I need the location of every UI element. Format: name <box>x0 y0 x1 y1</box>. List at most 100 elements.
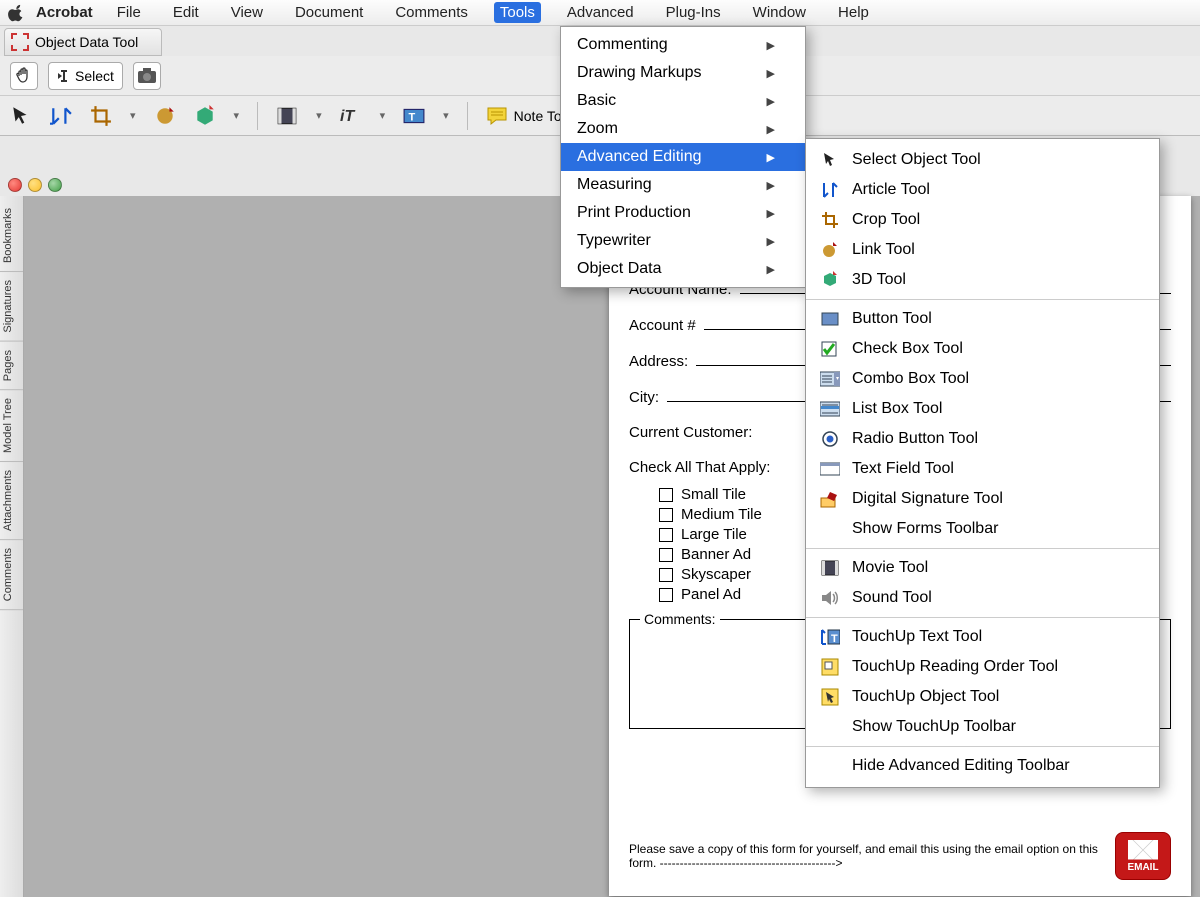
sidebar-tab-model-tree[interactable]: Model Tree <box>0 390 23 462</box>
option-skyscraper: Skyscaper <box>681 566 751 583</box>
checkbox-panel-ad[interactable] <box>659 588 673 602</box>
apple-icon[interactable] <box>8 4 26 22</box>
tools-drawing-markups[interactable]: Drawing Markups▶ <box>561 59 805 87</box>
sidebar-tab-bookmarks[interactable]: Bookmarks <box>0 200 23 272</box>
submenu-button-tool[interactable]: Button Tool <box>806 304 1159 334</box>
tools-zoom[interactable]: Zoom▶ <box>561 115 805 143</box>
submenu-touchup-reading-order-tool[interactable]: TouchUp Reading Order Tool <box>806 652 1159 682</box>
tools-measuring[interactable]: Measuring▶ <box>561 171 805 199</box>
svg-text:iT: iT <box>340 108 355 125</box>
submenu-list-box-tool[interactable]: List Box Tool <box>806 394 1159 424</box>
svg-text:T: T <box>409 111 416 123</box>
submenu-select-object-tool[interactable]: Select Object Tool <box>806 145 1159 175</box>
form-field-icon[interactable]: T <box>403 105 425 127</box>
pointer-icon <box>820 150 840 170</box>
menu-edit[interactable]: Edit <box>167 2 205 23</box>
close-button[interactable] <box>8 178 22 192</box>
submenu-label: 3D Tool <box>852 271 906 289</box>
sidebar-tab-attachments[interactable]: Attachments <box>0 462 23 540</box>
submenu-show-touchup-toolbar[interactable]: Show TouchUp Toolbar <box>806 712 1159 742</box>
submenu-divider <box>806 617 1159 618</box>
option-banner-ad: Banner Ad <box>681 546 751 563</box>
checkbox-large-tile[interactable] <box>659 528 673 542</box>
sidebar-tab-pages[interactable]: Pages <box>0 342 23 390</box>
submenu-digital-signature-tool[interactable]: Digital Signature Tool <box>806 484 1159 514</box>
submenu-label: TouchUp Text Tool <box>852 628 982 646</box>
menu-plugins[interactable]: Plug-Ins <box>660 2 727 23</box>
select-label: Select <box>75 68 114 84</box>
separator <box>467 102 468 130</box>
tools-typewriter[interactable]: Typewriter▶ <box>561 227 805 255</box>
sidebar-tab-comments[interactable]: Comments <box>0 540 23 610</box>
submenu-touchup-text-tool[interactable]: T TouchUp Text Tool <box>806 622 1159 652</box>
submenu-text-field-tool[interactable]: Text Field Tool <box>806 454 1159 484</box>
blank-icon <box>820 717 840 737</box>
menu-document[interactable]: Document <box>289 2 369 23</box>
touchtext-icon: T <box>820 627 840 647</box>
menu-advanced[interactable]: Advanced <box>561 2 640 23</box>
menu-window[interactable]: Window <box>747 2 812 23</box>
submenu-radio-button-tool[interactable]: Radio Button Tool <box>806 424 1159 454</box>
submenu-label: Crop Tool <box>852 211 920 229</box>
select-tool-button[interactable]: Select <box>48 62 123 90</box>
touchup-text-icon[interactable]: iT <box>340 105 362 127</box>
submenu-divider <box>806 746 1159 747</box>
submenu-article-tool[interactable]: Article Tool <box>806 175 1159 205</box>
checkbox-skyscraper[interactable] <box>659 568 673 582</box>
menu-tools[interactable]: Tools <box>494 2 541 23</box>
submenu-label: Show TouchUp Toolbar <box>852 718 1016 736</box>
tools-advanced-editing[interactable]: Advanced Editing▶ <box>561 143 805 171</box>
submenu-sound-tool[interactable]: Sound Tool <box>806 583 1159 613</box>
sidebar-tab-signatures[interactable]: Signatures <box>0 272 23 342</box>
label-check-all: Check All That Apply: <box>629 459 770 476</box>
movie-icon[interactable] <box>276 105 298 127</box>
checkbox-medium-tile[interactable] <box>659 508 673 522</box>
submenu-check-box-tool[interactable]: Check Box Tool <box>806 334 1159 364</box>
tools-object-data[interactable]: Object Data▶ <box>561 255 805 283</box>
checkbox-banner-ad[interactable] <box>659 548 673 562</box>
tools-commenting[interactable]: Commenting▶ <box>561 31 805 59</box>
submenu-crop-tool[interactable]: Crop Tool <box>806 205 1159 235</box>
link-icon[interactable] <box>154 105 176 127</box>
submenu-show-forms-toolbar[interactable]: Show Forms Toolbar <box>806 514 1159 544</box>
pointer-icon[interactable] <box>10 105 32 127</box>
submenu-combo-box-tool[interactable]: Combo Box Tool <box>806 364 1159 394</box>
minimize-button[interactable] <box>28 178 42 192</box>
article-icon[interactable] <box>50 105 72 127</box>
tools-menu-dropdown: Commenting▶ Drawing Markups▶ Basic▶ Zoom… <box>560 26 806 288</box>
menu-comments[interactable]: Comments <box>389 2 474 23</box>
submenu-3d-tool[interactable]: 3D Tool <box>806 265 1159 295</box>
listbox-icon <box>820 399 840 419</box>
snapshot-tool-button[interactable] <box>133 62 161 90</box>
link-icon <box>820 240 840 260</box>
submenu-label: Button Tool <box>852 310 932 328</box>
submenu-link-tool[interactable]: Link Tool <box>806 235 1159 265</box>
tools-basic[interactable]: Basic▶ <box>561 87 805 115</box>
submenu-hide-advanced-editing-toolbar[interactable]: Hide Advanced Editing Toolbar <box>806 751 1159 781</box>
zoom-button[interactable] <box>48 178 62 192</box>
submenu-touchup-object-tool[interactable]: TouchUp Object Tool <box>806 682 1159 712</box>
radio-icon <box>820 429 840 449</box>
tools-print-production[interactable]: Print Production▶ <box>561 199 805 227</box>
checkbox-small-tile[interactable] <box>659 488 673 502</box>
menu-help[interactable]: Help <box>832 2 875 23</box>
advanced-editing-submenu: Select Object ToolArticle Tool Crop Tool L… <box>805 138 1160 788</box>
submenu-label: Hide Advanced Editing Toolbar <box>852 757 1070 775</box>
separator <box>257 102 258 130</box>
menu-view[interactable]: View <box>225 2 269 23</box>
menu-file[interactable]: File <box>111 2 147 23</box>
3d-icon[interactable] <box>194 105 216 127</box>
submenu-label: Combo Box Tool <box>852 370 969 388</box>
hand-tool-button[interactable] <box>10 62 38 90</box>
submenu-movie-tool[interactable]: Movie Tool <box>806 553 1159 583</box>
email-label: EMAIL <box>1127 862 1158 873</box>
submenu-label: Check Box Tool <box>852 340 963 358</box>
option-small-tile: Small Tile <box>681 486 746 503</box>
note-icon <box>486 106 508 126</box>
email-button[interactable]: EMAIL <box>1115 832 1171 880</box>
submenu-divider <box>806 299 1159 300</box>
app-name[interactable]: Acrobat <box>36 4 93 21</box>
blank-icon <box>820 756 840 776</box>
crop-icon[interactable] <box>90 105 112 127</box>
label-city: City: <box>629 389 659 406</box>
